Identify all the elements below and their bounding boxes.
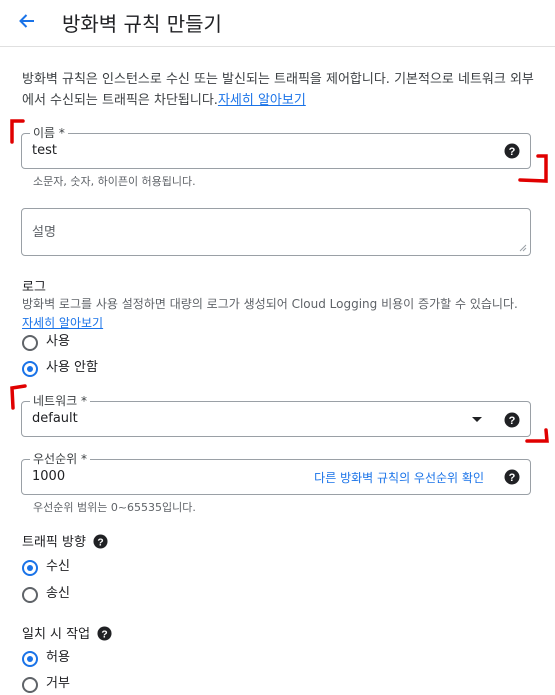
annotation-marks [10,119,549,443]
